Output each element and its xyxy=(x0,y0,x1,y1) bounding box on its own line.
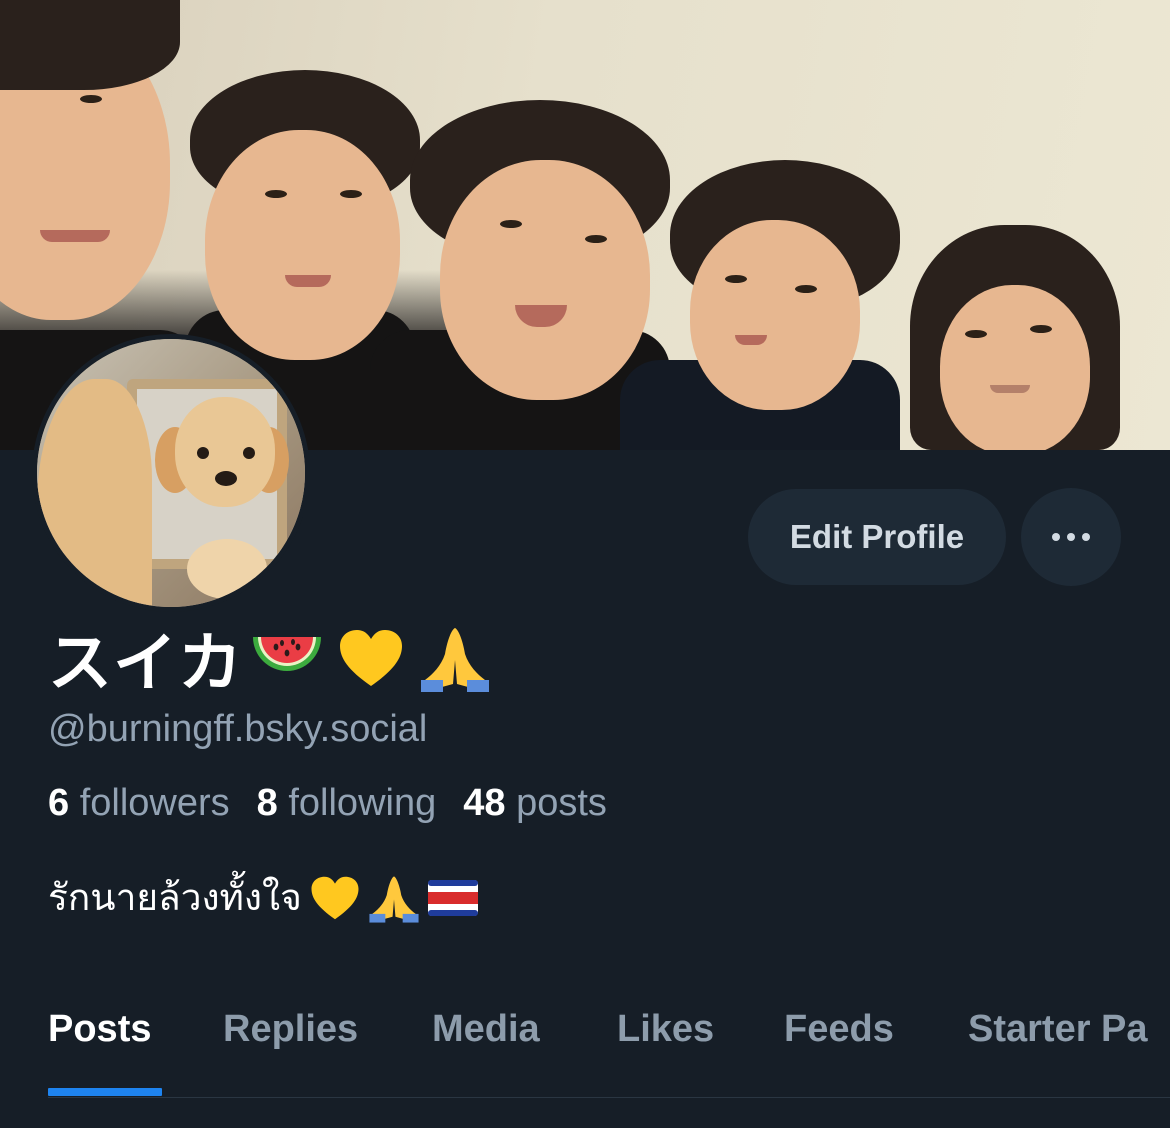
profile-tabs: Posts Replies Media Likes Feeds Starter … xyxy=(0,1000,1170,1098)
bio-text: รักนายล้วงทั้งใจ xyxy=(48,877,302,918)
active-tab-indicator xyxy=(48,1088,162,1096)
tab-likes[interactable]: Likes xyxy=(617,1008,714,1051)
tab-starter-packs[interactable]: Starter Pa xyxy=(968,1008,1148,1051)
watermelon-icon xyxy=(247,620,327,696)
tab-media[interactable]: Media xyxy=(432,1008,540,1051)
tabs-divider xyxy=(48,1097,1170,1098)
profile-handle: @burningff.bsky.social xyxy=(48,708,428,750)
folded-hands-icon xyxy=(368,873,420,923)
tab-replies[interactable]: Replies xyxy=(223,1008,358,1051)
profile-avatar[interactable] xyxy=(32,334,310,612)
followers-link[interactable]: 6 followers xyxy=(48,782,230,825)
posts-count: 48 posts xyxy=(463,782,607,824)
display-name: スイカ xyxy=(48,618,495,699)
profile-stats: 6 followers 8 following 48 posts xyxy=(48,782,607,825)
ellipsis-horizontal-icon xyxy=(1052,533,1060,541)
following-link[interactable]: 8 following xyxy=(257,782,437,825)
more-options-button[interactable] xyxy=(1021,488,1121,586)
yellow-heart-icon xyxy=(331,620,411,696)
folded-hands-icon xyxy=(415,620,495,696)
profile-bio: รักนายล้วงทั้งใจ xyxy=(48,868,478,927)
edit-profile-button[interactable]: Edit Profile xyxy=(748,489,1006,585)
profile-page: Edit Profile スイカ @burningff.bsky.social … xyxy=(0,0,1170,1128)
flag-costa-rica-icon xyxy=(427,879,478,916)
tab-posts[interactable]: Posts xyxy=(48,1008,151,1051)
display-name-text: スイカ xyxy=(48,627,243,699)
tab-feeds[interactable]: Feeds xyxy=(784,1008,894,1051)
yellow-heart-icon xyxy=(310,875,360,921)
